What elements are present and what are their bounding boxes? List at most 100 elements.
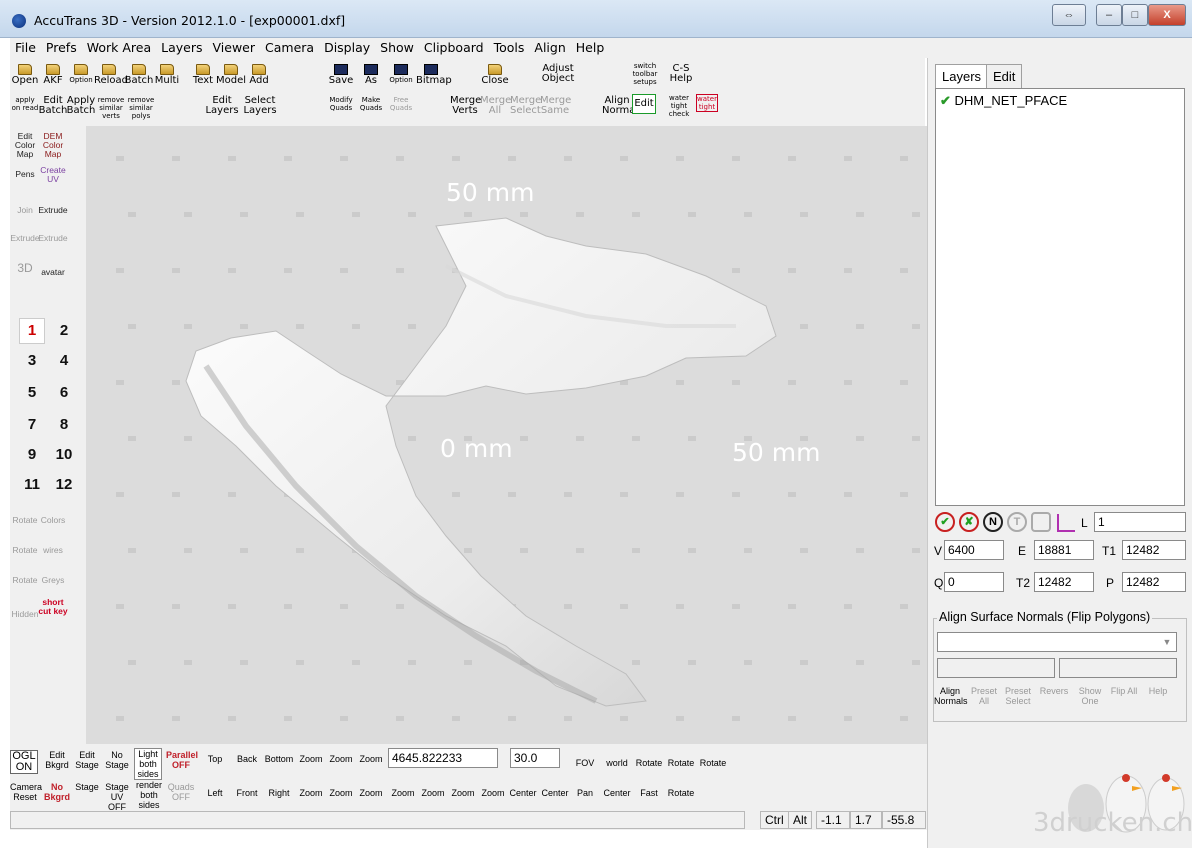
3d-viewport[interactable]: 50 mm 0 mm 50 mm <box>86 126 927 744</box>
stage-button[interactable]: Stage <box>72 782 102 792</box>
verts-rotate-button[interactable]: Rotate <box>10 546 40 555</box>
pan-button[interactable]: Pan <box>570 788 600 798</box>
ogl-on-button[interactable]: OGL ON <box>10 750 38 774</box>
water-tight-button[interactable]: water tight <box>696 94 718 112</box>
menu-prefs[interactable]: Prefs <box>41 38 82 57</box>
menu-layers[interactable]: Layers <box>156 38 207 57</box>
fast-button[interactable]: Fast <box>634 788 664 798</box>
remove-similar-polys-button[interactable]: remove similar polys <box>126 96 156 120</box>
adjust-object-button[interactable]: Adjust Object <box>538 64 578 84</box>
reject-icon[interactable]: ✘ <box>959 512 979 532</box>
layer-button-9[interactable]: 9 <box>22 446 42 463</box>
zoom-out-button[interactable]: Zoom <box>448 788 478 798</box>
zoom-a-button[interactable]: Zoom <box>388 788 418 798</box>
layer-button-2[interactable]: 2 <box>54 322 74 339</box>
view-top-button[interactable]: Top <box>200 754 230 764</box>
minimize-button[interactable]: – <box>1096 4 1122 26</box>
colors-button[interactable]: Colors <box>38 516 68 525</box>
cc-world-button[interactable]: world <box>602 758 632 768</box>
layer-button-8[interactable]: 8 <box>54 416 74 433</box>
k-extrude-button[interactable]: Extrude <box>10 234 40 243</box>
layer-button-1[interactable]: 1 <box>22 322 42 339</box>
rotate-x-button[interactable]: Rotate <box>634 758 664 768</box>
pens-button[interactable]: Pens <box>10 170 40 179</box>
zoom-6-button[interactable]: Zoom <box>356 788 386 798</box>
fov-button[interactable]: FOV <box>570 758 600 768</box>
remove-similar-verts-button[interactable]: remove similar verts <box>96 96 126 120</box>
view-back-button[interactable]: Back <box>232 754 262 764</box>
m-extrude-button[interactable]: Extrude <box>38 234 68 243</box>
tree-icon[interactable] <box>1057 514 1075 532</box>
zoom-zoom-button[interactable]: Zoom <box>478 788 508 798</box>
zoom-5-button[interactable]: Zoom <box>326 788 356 798</box>
camera-reset-button[interactable]: Camera Reset <box>10 782 42 802</box>
n-button[interactable]: N <box>983 512 1003 532</box>
rotate-button[interactable]: Rotate <box>666 788 696 798</box>
view-right-button[interactable]: Right <box>264 788 294 798</box>
align-field-left[interactable] <box>937 658 1055 678</box>
chevron-down-icon[interactable]: ▼ <box>1159 634 1175 650</box>
maximize-button[interactable]: □ <box>1122 4 1148 26</box>
short-cut-key-button[interactable]: short cut key <box>38 598 68 616</box>
edit-layers-button[interactable]: Edit Layers <box>204 96 240 116</box>
avatar-button[interactable]: avatar <box>38 268 68 277</box>
switch-toolbar-setups-button[interactable]: switch toolbar setups <box>630 62 660 86</box>
menu-camera[interactable]: Camera <box>260 38 319 57</box>
no-bkgrd-button[interactable]: No Bkgrd <box>42 782 72 802</box>
apply-batch-button[interactable]: Apply Batch <box>66 96 96 116</box>
menu-align[interactable]: Align <box>529 38 570 57</box>
reload-button[interactable]: Reload <box>94 64 128 86</box>
align-normals-group-button[interactable]: Align Normals <box>934 686 968 706</box>
center-pivot-button[interactable]: Center <box>602 788 632 798</box>
layer-button-3[interactable]: 3 <box>22 352 42 369</box>
edit-toggle-button[interactable]: Edit <box>632 94 656 114</box>
center-x-button[interactable]: Center <box>508 788 538 798</box>
modify-quads-button[interactable]: Modify Quads <box>326 96 356 112</box>
rotate-z-button[interactable]: Rotate <box>698 758 728 768</box>
layer-button-10[interactable]: 10 <box>54 446 74 463</box>
make-quads-button[interactable]: Make Quads <box>356 96 386 112</box>
preset-all-button[interactable]: Preset All <box>968 686 1000 706</box>
merge-verts-button[interactable]: Merge Verts <box>450 96 481 116</box>
menu-work-area[interactable]: Work Area <box>82 38 156 57</box>
quads-off-button[interactable]: Quads OFF <box>166 782 196 802</box>
zoom-3-button[interactable]: Zoom <box>356 754 386 764</box>
add-button[interactable]: Add <box>244 64 274 86</box>
rotate-y-button[interactable]: Rotate <box>666 758 696 768</box>
frame-icon[interactable] <box>1031 512 1051 532</box>
tab-edit[interactable]: Edit <box>986 64 1023 88</box>
restore-button[interactable]: ⇔ <box>1052 4 1086 26</box>
batch-button[interactable]: Batch <box>124 64 154 86</box>
preset-select-button[interactable]: Preset Select <box>1002 686 1034 706</box>
model-button[interactable]: Model <box>216 64 246 86</box>
bbox-rotate-button[interactable]: Rotate <box>10 516 40 525</box>
align-field-right[interactable] <box>1059 658 1177 678</box>
view-left-button[interactable]: Left <box>200 788 230 798</box>
apply-on-read-button[interactable]: apply on read <box>10 96 40 112</box>
hidden-button[interactable]: Hidden <box>10 610 40 619</box>
join-button[interactable]: Join <box>10 206 40 215</box>
flip-all-button[interactable]: Flip All <box>1108 686 1140 696</box>
create-uv-button[interactable]: Create UV <box>38 166 68 184</box>
t-button[interactable]: T <box>1007 512 1027 532</box>
layer-button-7[interactable]: 7 <box>22 416 42 433</box>
reverse-button[interactable]: Revers <box>1038 686 1070 696</box>
akf-button[interactable]: AKF <box>38 64 68 86</box>
tab-layers[interactable]: Layers <box>935 64 989 88</box>
menu-tools[interactable]: Tools <box>489 38 530 57</box>
zoom-distance-field[interactable]: 4645.822233 <box>388 748 498 768</box>
view-front-button[interactable]: Front <box>232 788 262 798</box>
menu-display[interactable]: Display <box>319 38 375 57</box>
save-as-button[interactable]: As <box>356 64 386 86</box>
cs-help-button[interactable]: C-S Help <box>666 64 696 84</box>
zoom-in-button[interactable]: Zoom <box>418 788 448 798</box>
close-file-button[interactable]: Close <box>480 64 510 86</box>
save-button[interactable]: Save <box>326 64 356 86</box>
menu-help[interactable]: Help <box>571 38 610 57</box>
p-field[interactable]: 12482 <box>1122 572 1186 592</box>
show-one-button[interactable]: Show One <box>1074 686 1106 706</box>
align-dropdown[interactable] <box>937 632 1177 652</box>
view-bottom-button[interactable]: Bottom <box>264 754 294 764</box>
water-tight-check-button[interactable]: water tight check <box>664 94 694 118</box>
menu-viewer[interactable]: Viewer <box>208 38 261 57</box>
